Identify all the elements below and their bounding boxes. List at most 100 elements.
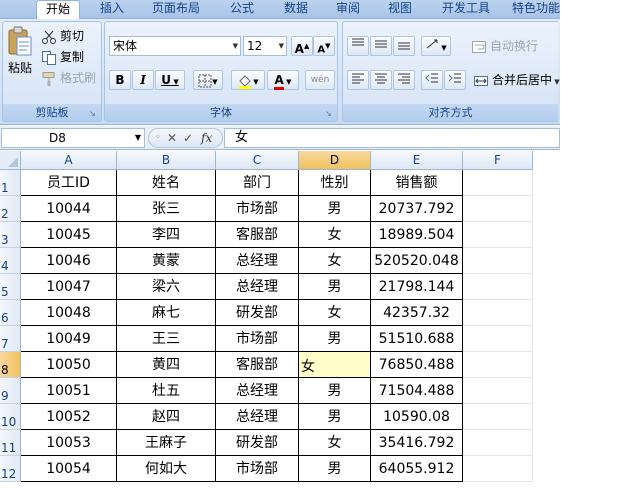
table-cell[interactable]: 35416.792 xyxy=(371,430,463,456)
table-cell[interactable] xyxy=(463,430,533,456)
table-cell[interactable]: 李四 xyxy=(117,222,216,248)
increase-indent-button[interactable] xyxy=(444,70,466,90)
table-cell[interactable]: 10053 xyxy=(21,430,117,456)
insert-function-button[interactable]: fx xyxy=(201,129,212,147)
table-cell[interactable]: 女 xyxy=(299,300,371,326)
italic-button[interactable]: I xyxy=(132,70,154,90)
name-box[interactable]: D8 ▼ xyxy=(1,128,145,148)
table-cell[interactable]: 10052 xyxy=(21,404,117,430)
table-cell[interactable]: 黄蒙 xyxy=(117,248,216,274)
table-cell[interactable]: 市场部 xyxy=(216,456,299,482)
table-cell[interactable]: 42357.32 xyxy=(371,300,463,326)
table-cell[interactable]: 男 xyxy=(299,404,371,430)
table-cell[interactable]: 市场部 xyxy=(216,326,299,352)
table-cell[interactable]: 销售额 xyxy=(371,170,463,196)
shrink-font-button[interactable]: A▼ xyxy=(313,36,335,56)
align-left-button[interactable] xyxy=(347,70,369,90)
format-painter-button[interactable]: 格式刷 xyxy=(41,68,96,88)
wrap-text-button[interactable]: 自动换行 xyxy=(471,36,538,56)
row-header-1[interactable]: 1 xyxy=(0,170,21,196)
table-cell[interactable] xyxy=(463,326,533,352)
table-cell[interactable]: 性别 xyxy=(299,170,371,196)
table-cell[interactable]: 20737.792 xyxy=(371,196,463,222)
align-bottom-button[interactable] xyxy=(393,36,415,56)
table-cell[interactable]: 黄四 xyxy=(117,352,216,378)
table-cell[interactable] xyxy=(463,248,533,274)
table-cell[interactable]: 71504.488 xyxy=(371,378,463,404)
row-header-5[interactable]: 5 xyxy=(0,274,21,300)
table-cell[interactable]: 梁六 xyxy=(117,274,216,300)
table-cell[interactable]: 10050 xyxy=(21,352,117,378)
tab-formulas[interactable]: 公式 xyxy=(222,0,262,19)
borders-button[interactable]: ▼ xyxy=(193,70,223,90)
table-cell[interactable]: 10045 xyxy=(21,222,117,248)
table-cell[interactable]: 客服部 xyxy=(216,222,299,248)
merge-center-button[interactable]: 合并后居中 ▼ xyxy=(473,70,560,90)
table-cell[interactable]: 总经理 xyxy=(216,248,299,274)
table-cell[interactable] xyxy=(463,300,533,326)
tab-home[interactable]: 开始 xyxy=(36,0,80,20)
expand-handle-icon[interactable]: ◦ xyxy=(155,129,161,147)
bold-button[interactable]: B xyxy=(109,70,131,90)
table-cell[interactable]: 女 xyxy=(299,222,371,248)
table-cell[interactable]: 男 xyxy=(299,378,371,404)
table-cell[interactable]: 10590.08 xyxy=(371,404,463,430)
table-cell[interactable]: 王麻子 xyxy=(117,430,216,456)
table-cell[interactable]: 64055.912 xyxy=(371,456,463,482)
table-cell[interactable]: 21798.144 xyxy=(371,274,463,300)
clipboard-dialog-launcher-icon[interactable]: ↘ xyxy=(89,109,98,118)
table-cell[interactable]: 研发部 xyxy=(216,430,299,456)
font-size-combo[interactable]: 12 ▼ xyxy=(243,36,287,56)
column-header-f[interactable]: F xyxy=(463,151,533,170)
grow-font-button[interactable]: A▲ xyxy=(291,36,313,56)
table-cell[interactable]: 10051 xyxy=(21,378,117,404)
tab-review[interactable]: 审阅 xyxy=(328,0,368,19)
table-cell[interactable]: 研发部 xyxy=(216,300,299,326)
row-header-9[interactable]: 9 xyxy=(0,378,21,404)
table-cell[interactable]: 部门 xyxy=(216,170,299,196)
table-cell[interactable]: 何如大 xyxy=(117,456,216,482)
row-header-10[interactable]: 10 xyxy=(0,404,21,430)
align-middle-button[interactable] xyxy=(370,36,392,56)
font-color-button[interactable]: A ▼ xyxy=(267,70,299,90)
align-top-button[interactable] xyxy=(347,36,369,56)
paste-button[interactable]: 粘贴 xyxy=(5,26,35,86)
table-cell[interactable]: 男 xyxy=(299,196,371,222)
table-cell[interactable]: 王三 xyxy=(117,326,216,352)
tab-data[interactable]: 数据 xyxy=(276,0,316,19)
row-header-7[interactable]: 7 xyxy=(0,326,21,352)
column-header-a[interactable]: A xyxy=(21,151,117,170)
table-cell[interactable]: 赵四 xyxy=(117,404,216,430)
table-cell[interactable]: 10049 xyxy=(21,326,117,352)
table-cell[interactable]: 总经理 xyxy=(216,404,299,430)
row-header-2[interactable]: 2 xyxy=(0,196,21,222)
table-cell[interactable] xyxy=(463,378,533,404)
table-cell[interactable]: 市场部 xyxy=(216,196,299,222)
table-cell[interactable] xyxy=(463,196,533,222)
column-header-d[interactable]: D xyxy=(299,151,371,170)
table-cell[interactable] xyxy=(463,404,533,430)
table-cell[interactable] xyxy=(463,274,533,300)
table-cell[interactable]: 76850.488 xyxy=(371,352,463,378)
decrease-indent-button[interactable] xyxy=(421,70,443,90)
select-all-button[interactable] xyxy=(0,151,21,170)
table-cell[interactable]: 10044 xyxy=(21,196,117,222)
table-cell[interactable]: 杜五 xyxy=(117,378,216,404)
table-cell[interactable]: 10048 xyxy=(21,300,117,326)
table-cell[interactable]: 张三 xyxy=(117,196,216,222)
table-cell[interactable]: 男 xyxy=(299,326,371,352)
underline-button[interactable]: U ▼ xyxy=(155,70,185,90)
table-cell[interactable] xyxy=(463,222,533,248)
formula-input[interactable]: 女 xyxy=(224,128,560,148)
tab-special-features[interactable]: 特色功能 xyxy=(512,0,560,19)
copy-button[interactable]: 复制 xyxy=(41,47,84,67)
table-cell[interactable]: 10046 xyxy=(21,248,117,274)
table-cell[interactable]: 10047 xyxy=(21,274,117,300)
table-cell[interactable]: 女 xyxy=(299,430,371,456)
table-cell[interactable]: 总经理 xyxy=(216,274,299,300)
cut-button[interactable]: 剪切 xyxy=(41,26,84,46)
table-cell[interactable]: 总经理 xyxy=(216,378,299,404)
table-cell[interactable]: 男 xyxy=(299,456,371,482)
font-dialog-launcher-icon[interactable]: ↘ xyxy=(325,109,334,118)
table-cell[interactable]: 520520.048 xyxy=(371,248,463,274)
